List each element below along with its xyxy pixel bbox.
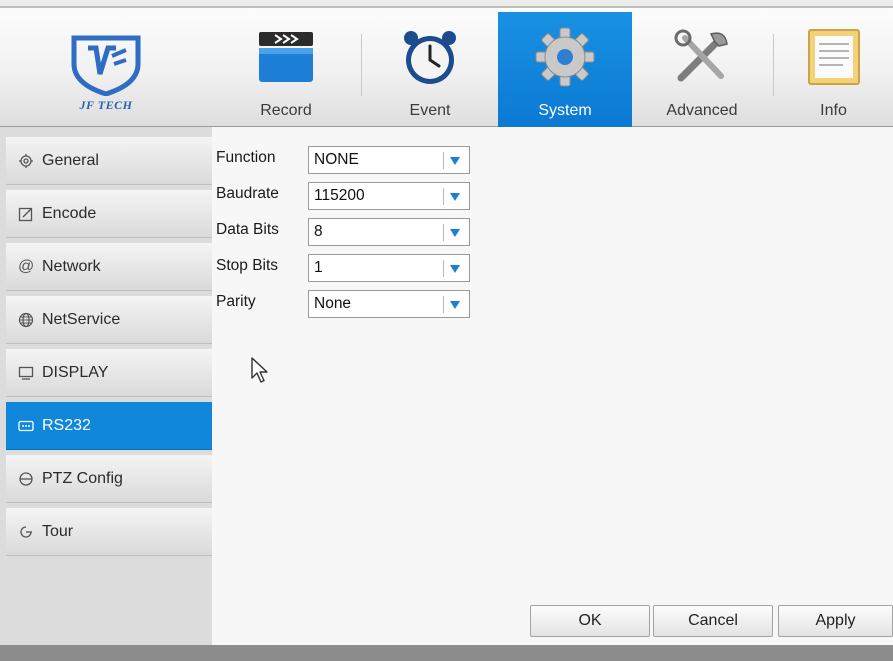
info-document-icon	[807, 29, 860, 85]
at-icon: @	[18, 257, 35, 275]
tab-info[interactable]: Info	[774, 12, 893, 132]
top-navigation-bar: JF TECH Record Event System Advanced Inf…	[0, 0, 893, 132]
sidebar-item-network[interactable]: @ Network	[6, 243, 212, 291]
tour-icon	[20, 525, 32, 538]
tools-icon	[674, 29, 728, 82]
sidebar-item-encode[interactable]: Encode	[6, 190, 212, 238]
apply-button[interactable]: Apply	[778, 605, 893, 637]
sidebar-item-general[interactable]: General	[6, 137, 212, 185]
mouse-cursor-icon	[251, 357, 268, 383]
baudrate-value: 115200	[314, 187, 365, 204]
select-divider	[443, 224, 444, 241]
tab-system-label: System	[538, 102, 592, 119]
cancel-button[interactable]: Cancel	[653, 605, 773, 637]
sidebar-item-label: DISPLAY	[42, 363, 109, 381]
edit-icon	[18, 207, 33, 221]
function-select[interactable]: NONE	[308, 146, 470, 174]
globe-icon	[18, 312, 34, 327]
sidebar-item-rs232[interactable]: RS232	[6, 402, 212, 450]
data-bits-value: 8	[314, 223, 323, 240]
dropdown-arrow-icon[interactable]	[450, 157, 460, 165]
function-value: NONE	[314, 151, 359, 168]
monitor-icon	[18, 366, 34, 380]
sidebar-item-label: Encode	[42, 204, 97, 222]
sidebar-item-display[interactable]: DISPLAY	[6, 349, 212, 397]
sidebar-item-netservice[interactable]: NetService	[6, 296, 212, 344]
shield-logo-icon	[71, 35, 141, 96]
tab-event-label: Event	[409, 102, 451, 119]
sidebar-item-tour[interactable]: Tour	[6, 508, 212, 556]
tab-record-label: Record	[260, 102, 312, 119]
parity-select[interactable]: None	[308, 290, 470, 318]
select-divider	[443, 296, 444, 313]
dropdown-arrow-icon[interactable]	[450, 265, 460, 273]
alarm-clock-icon	[404, 31, 456, 84]
gear-icon	[19, 153, 33, 168]
top-border	[0, 6, 893, 8]
sidebar-item-label: General	[42, 151, 99, 169]
sidebar: General Encode @ Network NetService DISP…	[0, 127, 212, 645]
rs232-settings-panel: Function NONE Baudrate 115200 Data Bits …	[212, 127, 893, 645]
tab-advanced[interactable]: Advanced	[632, 12, 772, 132]
sidebar-item-label: Tour	[42, 522, 74, 540]
parity-label: Parity	[216, 293, 256, 310]
tab-record[interactable]: Record	[212, 12, 360, 132]
function-label: Function	[216, 149, 276, 166]
select-divider	[443, 188, 444, 205]
gear-icon	[535, 27, 595, 87]
sidebar-item-ptz-config[interactable]: PTZ Config	[6, 455, 212, 503]
brand-logo-text: JF TECH	[79, 98, 133, 112]
record-clapper-icon	[259, 32, 313, 82]
parity-value: None	[314, 295, 352, 312]
ok-button[interactable]: OK	[530, 605, 650, 637]
dropdown-arrow-icon[interactable]	[450, 229, 460, 237]
tab-system[interactable]: System	[498, 12, 632, 132]
brand-logo: JF TECH	[0, 12, 212, 132]
tab-info-label: Info	[820, 102, 847, 119]
sidebar-item-label: RS232	[42, 416, 91, 434]
stop-bits-select[interactable]: 1	[308, 254, 470, 282]
ptz-icon	[19, 471, 33, 486]
bottom-bar	[0, 645, 893, 661]
dropdown-arrow-icon[interactable]	[450, 301, 460, 309]
dropdown-arrow-icon[interactable]	[450, 193, 460, 201]
sidebar-item-label: NetService	[42, 310, 121, 328]
sidebar-item-label: Network	[42, 257, 101, 275]
tab-advanced-label: Advanced	[666, 102, 738, 119]
baudrate-label: Baudrate	[216, 185, 279, 202]
serial-port-icon	[18, 420, 34, 431]
stop-bits-label: Stop Bits	[216, 257, 279, 274]
baudrate-select[interactable]: 115200	[308, 182, 470, 210]
sidebar-item-label: PTZ Config	[42, 469, 123, 487]
select-divider	[443, 152, 444, 169]
tab-event[interactable]: Event	[362, 12, 498, 132]
select-divider	[443, 260, 444, 277]
stop-bits-value: 1	[314, 259, 323, 276]
data-bits-label: Data Bits	[216, 221, 279, 238]
data-bits-select[interactable]: 8	[308, 218, 470, 246]
